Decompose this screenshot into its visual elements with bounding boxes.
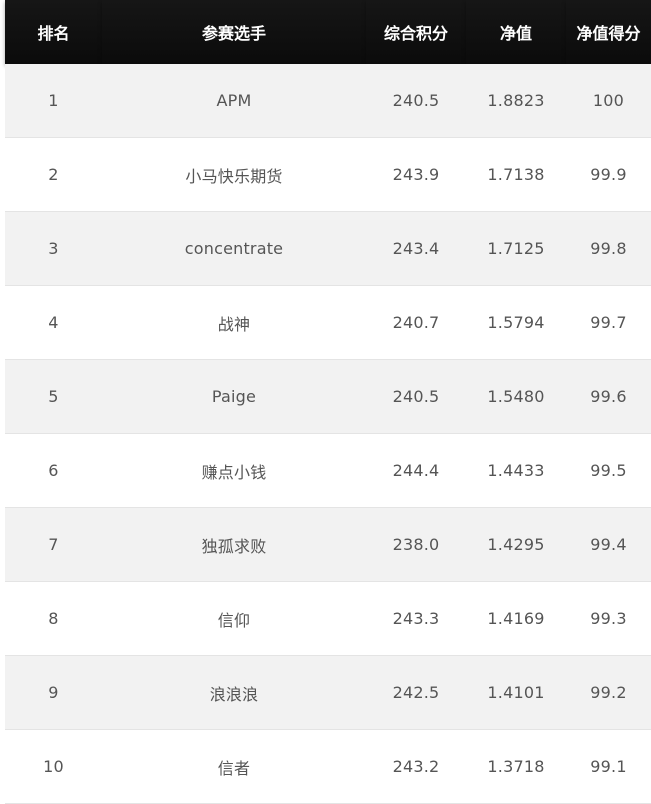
header-rank: 排名 — [5, 0, 102, 64]
cell-rank: 1 — [5, 64, 102, 138]
cell-net-value: 1.4433 — [466, 433, 566, 508]
header-net-value-score: 净值得分 — [566, 0, 651, 64]
cell-net-value-score: 99.2 — [566, 655, 651, 730]
cell-rank: 4 — [5, 285, 102, 360]
header-net-value: 净值 — [466, 0, 566, 64]
cell-total-score: 243.3 — [366, 581, 466, 656]
cell-net-value-score: 99.6 — [566, 359, 651, 434]
cell-net-value-score: 99.3 — [566, 581, 651, 656]
cell-contestant: 战神 — [102, 285, 366, 360]
cell-total-score: 242.5 — [366, 655, 466, 730]
cell-rank: 3 — [5, 211, 102, 286]
cell-net-value: 1.7138 — [466, 137, 566, 212]
cell-net-value: 1.4169 — [466, 581, 566, 656]
cell-net-value: 1.4295 — [466, 507, 566, 582]
ranking-table: 排名 参赛选手 综合积分 净值 净值得分 1 APM 240.5 1.8823 … — [5, 0, 651, 804]
table-row: 8 信仰 243.3 1.4169 99.3 — [5, 581, 651, 656]
cell-total-score: 238.0 — [366, 507, 466, 582]
cell-net-value: 1.7125 — [466, 211, 566, 286]
header-total-score: 综合积分 — [366, 0, 466, 64]
cell-contestant: 信仰 — [102, 581, 366, 656]
ranking-table-container: 排名 参赛选手 综合积分 净值 净值得分 1 APM 240.5 1.8823 … — [0, 0, 651, 804]
cell-rank: 2 — [5, 137, 102, 212]
cell-total-score: 243.2 — [366, 729, 466, 804]
cell-contestant: 独孤求败 — [102, 507, 366, 582]
cell-contestant: Paige — [102, 359, 366, 434]
cell-net-value-score: 100 — [566, 64, 651, 138]
cell-total-score: 243.4 — [366, 211, 466, 286]
table-row: 9 浪浪浪 242.5 1.4101 99.2 — [5, 655, 651, 730]
cell-net-value: 1.4101 — [466, 655, 566, 730]
cell-net-value-score: 99.7 — [566, 285, 651, 360]
table-header-row: 排名 参赛选手 综合积分 净值 净值得分 — [5, 0, 651, 64]
table-row: 7 独孤求败 238.0 1.4295 99.4 — [5, 507, 651, 582]
cell-rank: 5 — [5, 359, 102, 434]
cell-total-score: 240.7 — [366, 285, 466, 360]
cell-rank: 8 — [5, 581, 102, 656]
table-row: 6 赚点小钱 244.4 1.4433 99.5 — [5, 433, 651, 508]
cell-contestant: 信者 — [102, 729, 366, 804]
table-row: 10 信者 243.2 1.3718 99.1 — [5, 729, 651, 804]
cell-contestant: concentrate — [102, 211, 366, 286]
cell-rank: 10 — [5, 729, 102, 804]
cell-net-value: 1.5480 — [466, 359, 566, 434]
header-contestant: 参赛选手 — [102, 0, 366, 64]
cell-net-value-score: 99.9 — [566, 137, 651, 212]
cell-rank: 9 — [5, 655, 102, 730]
table-row: 3 concentrate 243.4 1.7125 99.8 — [5, 211, 651, 286]
cell-net-value: 1.5794 — [466, 285, 566, 360]
cell-contestant: 小马快乐期货 — [102, 137, 366, 212]
table-row: 4 战神 240.7 1.5794 99.7 — [5, 285, 651, 360]
cell-contestant: APM — [102, 64, 366, 138]
cell-total-score: 240.5 — [366, 64, 466, 138]
cell-total-score: 243.9 — [366, 137, 466, 212]
cell-net-value: 1.3718 — [466, 729, 566, 804]
table-row: 1 APM 240.5 1.8823 100 — [5, 64, 651, 138]
cell-rank: 7 — [5, 507, 102, 582]
table-row: 2 小马快乐期货 243.9 1.7138 99.9 — [5, 137, 651, 212]
cell-net-value-score: 99.8 — [566, 211, 651, 286]
cell-total-score: 240.5 — [366, 359, 466, 434]
cell-net-value-score: 99.4 — [566, 507, 651, 582]
cell-rank: 6 — [5, 433, 102, 508]
cell-net-value: 1.8823 — [466, 64, 566, 138]
cell-contestant: 赚点小钱 — [102, 433, 366, 508]
cell-net-value-score: 99.1 — [566, 729, 651, 804]
table-row: 5 Paige 240.5 1.5480 99.6 — [5, 359, 651, 434]
cell-net-value-score: 99.5 — [566, 433, 651, 508]
cell-total-score: 244.4 — [366, 433, 466, 508]
cell-contestant: 浪浪浪 — [102, 655, 366, 730]
